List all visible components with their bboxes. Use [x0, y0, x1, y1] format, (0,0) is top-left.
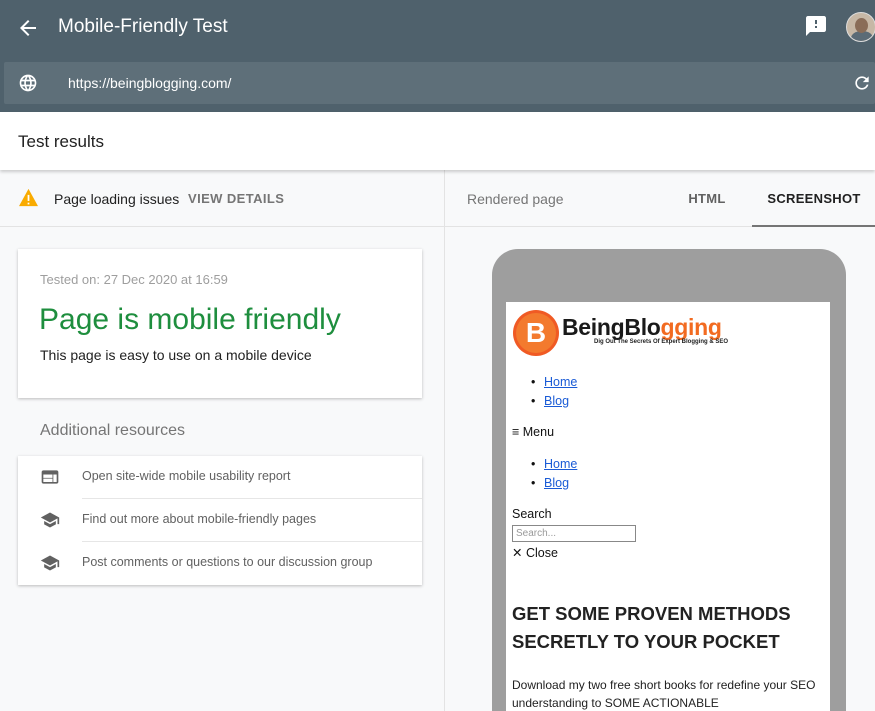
resource-item-label: Find out more about mobile-friendly page… — [82, 512, 317, 526]
results-panel: Page loading issues VIEW DETAILS Tested … — [0, 170, 444, 711]
site-search-label: Search — [512, 507, 552, 521]
feedback-icon[interactable] — [804, 14, 828, 38]
back-arrow-icon[interactable] — [16, 16, 40, 40]
rendered-page-tabs: Rendered page HTML SCREENSHOT — [445, 170, 875, 227]
additional-resources-heading: Additional resources — [40, 422, 185, 439]
globe-icon — [18, 73, 38, 93]
site-logo-badge: B — [513, 310, 559, 356]
url-text[interactable]: https://beingblogging.com/ — [68, 75, 231, 91]
url-bar[interactable]: https://beingblogging.com/ — [4, 62, 875, 104]
school-icon — [40, 554, 60, 572]
site-nav-link-home: Home — [544, 375, 578, 389]
school-icon — [40, 511, 60, 529]
site-nav-link-home: Home — [544, 457, 578, 471]
resource-item-usability-report[interactable]: Open site-wide mobile usability report — [18, 456, 422, 499]
resource-item-label: Post comments or questions to our discus… — [82, 555, 373, 569]
user-avatar[interactable] — [846, 12, 875, 42]
tab-screenshot[interactable]: SCREENSHOT — [752, 170, 875, 227]
results-title: Test results — [18, 132, 104, 151]
site-nav-item: Blog — [529, 394, 577, 413]
refresh-icon[interactable] — [852, 73, 872, 93]
site-nav-item: Home — [529, 375, 577, 394]
web-report-icon — [40, 468, 60, 486]
result-card: Tested on: 27 Dec 2020 at 16:59 Page is … — [18, 249, 422, 398]
site-nav-link-blog: Blog — [544, 394, 570, 408]
site-logo-letter: B — [516, 313, 556, 353]
site-logo-text-orange: gging — [660, 314, 722, 340]
phone-frame: B BeingBlogging Dig Out The Secrets Of E… — [492, 249, 846, 711]
app-bar: Mobile-Friendly Test https://beingbloggi… — [0, 0, 875, 112]
warning-icon — [18, 188, 39, 207]
verdict-description: This page is easy to use on a mobile dev… — [40, 347, 312, 363]
resource-item-discussion-group[interactable]: Post comments or questions to our discus… — [18, 542, 422, 585]
site-tagline: Dig Out The Secrets Of Expert Blogging &… — [594, 339, 729, 345]
site-menu-toggle: ≡ Menu — [512, 425, 555, 439]
site-nav-link-blog: Blog — [544, 476, 570, 490]
avatar-face-shape — [855, 18, 868, 33]
page-loading-issues-row: Page loading issues VIEW DETAILS — [0, 170, 444, 227]
phone-screenshot: B BeingBlogging Dig Out The Secrets Of E… — [506, 302, 830, 711]
app-bar-top-row: Mobile-Friendly Test — [0, 0, 875, 56]
rendered-page-label: Rendered page — [467, 191, 564, 207]
app-title: Mobile-Friendly Test — [58, 16, 228, 37]
site-headline: GET SOME PROVEN METHODS SECRETLY TO YOUR… — [512, 603, 791, 652]
view-details-button[interactable]: VIEW DETAILS — [188, 191, 284, 206]
rendered-page-panel: Rendered page HTML SCREENSHOT B BeingBlo… — [444, 170, 875, 711]
site-nav-item: Home — [529, 457, 577, 476]
site-nav-list: Home Blog — [529, 375, 577, 413]
site-search-input: Search... — [512, 525, 636, 542]
site-body-text: Download my two free short books for red… — [512, 678, 816, 710]
resource-item-mobile-friendly-pages[interactable]: Find out more about mobile-friendly page… — [18, 499, 422, 542]
page-loading-issues-label: Page loading issues — [54, 191, 180, 207]
results-header: Test results — [0, 112, 875, 170]
site-nav-item: Blog — [529, 476, 577, 495]
verdict-heading: Page is mobile friendly — [39, 303, 341, 336]
tab-html[interactable]: HTML — [671, 170, 743, 227]
site-logo-text-dark: BeingBlo — [562, 314, 661, 340]
site-close-button: ✕ Close — [512, 546, 558, 560]
tested-on-timestamp: Tested on: 27 Dec 2020 at 16:59 — [40, 272, 228, 287]
additional-resources-list: Open site-wide mobile usability report F… — [18, 456, 422, 585]
site-menu-list: Home Blog — [529, 457, 577, 495]
resource-item-label: Open site-wide mobile usability report — [82, 469, 291, 483]
site-logo-text: BeingBlogging — [562, 314, 722, 341]
